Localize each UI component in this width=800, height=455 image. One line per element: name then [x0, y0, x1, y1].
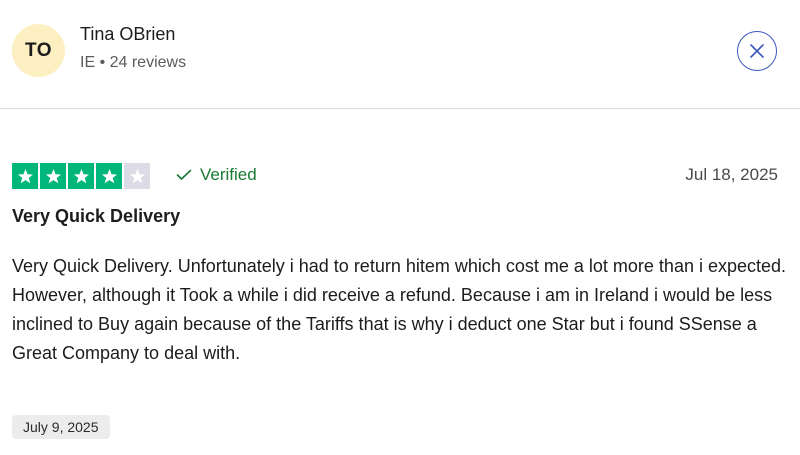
star-rating — [12, 163, 150, 189]
star-icon — [101, 168, 117, 183]
reviewer-header: TO Tina OBrien IE • 24 reviews — [0, 0, 800, 109]
reviewer-name[interactable]: Tina OBrien — [80, 24, 175, 45]
close-icon — [750, 44, 764, 58]
verified-label: Verified — [200, 165, 257, 184]
date-of-experience-badge: July 9, 2025 — [12, 415, 110, 439]
check-icon — [176, 169, 192, 180]
star-filled — [12, 163, 38, 189]
reviewer-meta: IE • 24 reviews — [80, 54, 187, 71]
verified-badge[interactable]: Verified — [176, 165, 257, 185]
star-icon — [17, 168, 33, 183]
review-title: Very Quick Delivery — [12, 206, 181, 226]
star-filled — [96, 163, 122, 189]
avatar: TO — [12, 24, 65, 77]
star-icon — [129, 168, 145, 183]
star-empty — [124, 163, 150, 189]
review-date: Jul 18, 2025 — [685, 165, 778, 184]
star-icon — [73, 168, 89, 183]
star-filled — [68, 163, 94, 189]
close-button[interactable] — [737, 31, 777, 71]
review-body: Very Quick Delivery. Unfortunately i had… — [12, 256, 787, 363]
star-filled — [40, 163, 66, 189]
star-icon — [45, 168, 61, 183]
